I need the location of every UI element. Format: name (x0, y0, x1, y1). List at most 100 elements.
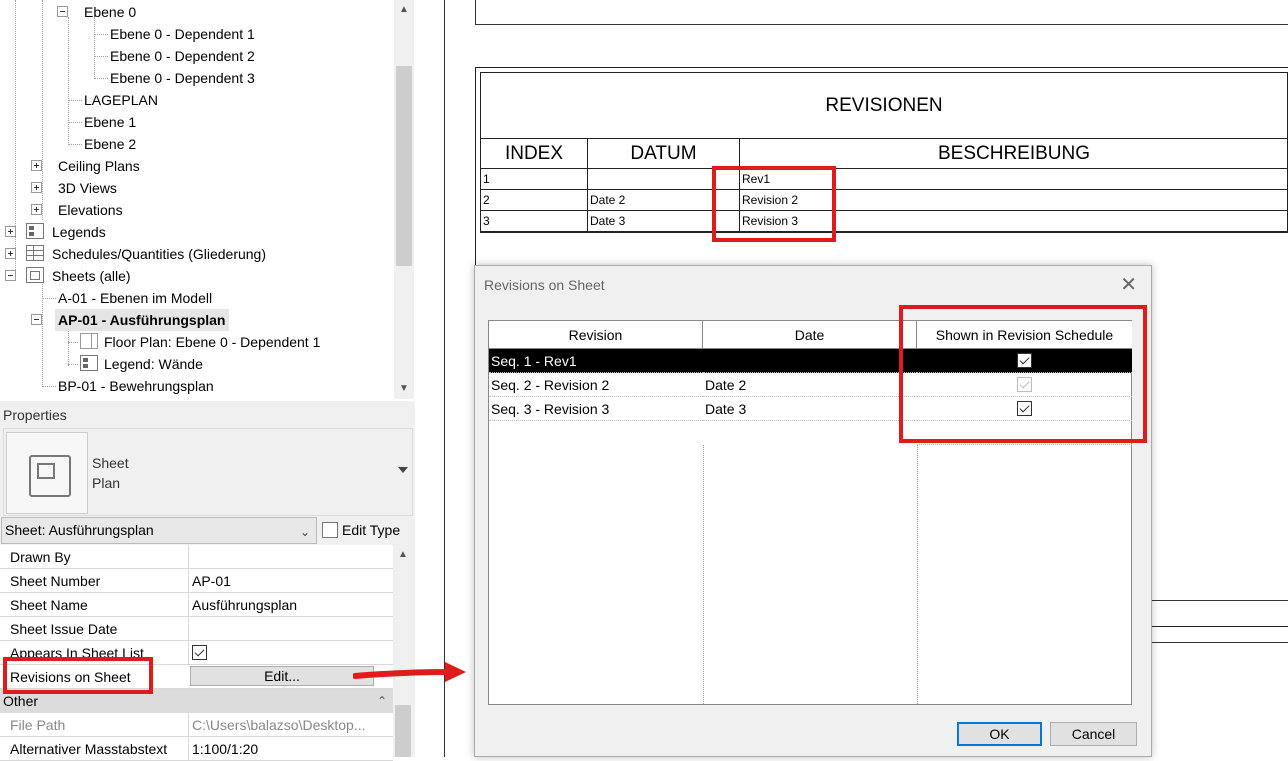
collapse-group-icon[interactable]: ⌃ (377, 689, 387, 713)
revision-schedule[interactable]: REVISIONEN INDEX DATUM BESCHREIBUNG 1 Re… (480, 72, 1288, 233)
edit-type-label: Edit Type (342, 522, 401, 538)
tree-item-label: Ebene 0 - Dependent 2 (110, 48, 255, 64)
tree-item[interactable]: LAGEPLAN (84, 89, 158, 111)
tree-item[interactable]: Ebene 0 - Dependent 2 (110, 45, 255, 67)
scroll-up-icon[interactable]: ▲ (396, 549, 410, 561)
tree-line (15, 0, 16, 280)
property-name: Drawn By (10, 549, 71, 565)
tree-item-elevations[interactable]: Elevations (58, 199, 123, 221)
date-cell: Date 2 (703, 373, 917, 397)
tree-item[interactable]: Ebene 0 - Dependent 1 (110, 23, 255, 45)
schedule-header-description: BESCHREIBUNG (740, 139, 1288, 169)
type-selector[interactable]: Sheet Plan (3, 428, 413, 516)
annotation-highlight-schedule (712, 166, 836, 242)
tree-item[interactable]: Ebene 1 (84, 111, 136, 133)
tree-item[interactable]: Ebene 2 (84, 133, 136, 155)
property-value[interactable] (188, 617, 378, 640)
sheet-line (1150, 642, 1288, 643)
sheet-icon (26, 267, 44, 283)
tree-line (68, 364, 78, 365)
scroll-down-icon[interactable]: ▼ (397, 383, 411, 395)
property-value[interactable] (188, 545, 378, 568)
file-path-value: C:\Users\balazso\Desktop... (188, 713, 378, 736)
column-header-date: Date (703, 321, 917, 349)
edit-type-button[interactable]: Edit Type (322, 519, 400, 541)
tree-item-sheet-a01[interactable]: A-01 - Ebenen im Modell (58, 287, 212, 309)
appears-in-sheet-list-checkbox[interactable] (192, 645, 207, 660)
legend-icon (80, 355, 98, 371)
properties-scrollbar[interactable]: ▲ (393, 545, 413, 757)
schedule-header-index: INDEX (481, 139, 588, 169)
revisions-edit-button[interactable]: Edit... (190, 666, 374, 686)
sheet-name-field[interactable]: Ausführungsplan (188, 593, 378, 616)
tree-line (68, 122, 82, 123)
property-name: Sheet Number (10, 573, 101, 589)
property-name: File Path (10, 717, 66, 733)
tree-item-label: 3D Views (58, 180, 117, 196)
property-name: Sheet Name (10, 597, 88, 613)
cancel-button[interactable]: Cancel (1050, 722, 1137, 746)
scroll-thumb[interactable] (396, 66, 412, 266)
tree-item-label: LAGEPLAN (84, 92, 158, 108)
tree-item-floor-plan[interactable]: Floor Plan: Ebene 0 - Dependent 1 (104, 331, 320, 353)
chevron-down-icon[interactable]: ⌄ (300, 520, 310, 545)
tree-item-label: AP-01 - Ausführungsplan (58, 312, 226, 328)
expand-icon[interactable] (5, 248, 16, 259)
annotation-arrow-icon (353, 662, 466, 682)
expand-icon[interactable] (5, 226, 16, 237)
browser-scrollbar[interactable]: ▲ ▼ (394, 0, 414, 399)
tree-item-legends[interactable]: Legends (52, 221, 106, 243)
tree-item-label: A-01 - Ebenen im Modell (58, 290, 213, 306)
property-name: Alternativer Masstabstext (10, 741, 168, 757)
tree-item-label: Ebene 0 (84, 4, 137, 20)
edit-type-icon (322, 522, 338, 538)
scroll-up-icon[interactable]: ▲ (397, 4, 411, 16)
collapse-icon[interactable] (57, 6, 68, 17)
tree-item-legend-waende[interactable]: Legend: Wände (104, 353, 203, 375)
tree-item-label: BP-01 - Bewehrungsplan (58, 378, 214, 394)
property-value: Edit... (188, 665, 378, 688)
legend-icon (26, 223, 44, 239)
tree-item-label: Elevations (58, 202, 123, 218)
collapse-icon[interactable] (5, 270, 16, 281)
column-divider (917, 445, 918, 704)
tree-item-sheet-bp01[interactable]: BP-01 - Bewehrungsplan (58, 375, 214, 397)
ok-button[interactable]: OK (957, 722, 1042, 746)
column-header-revision: Revision (489, 321, 703, 349)
tree-item-label: Floor Plan: Ebene 0 - Dependent 1 (104, 334, 321, 350)
tree-item-sheet-ap01-selected[interactable]: AP-01 - Ausführungsplan (55, 309, 229, 331)
column-divider (703, 445, 704, 704)
tree-item-3d-views[interactable]: 3D Views (58, 177, 117, 199)
sheet-number-field[interactable]: AP-01 (188, 569, 378, 592)
property-row-file-path: File Path C:\Users\balazso\Desktop... (0, 713, 393, 737)
tree-line (94, 34, 108, 35)
schedule-title: REVISIONEN (481, 73, 1287, 139)
tree-line (68, 144, 82, 145)
tree-line (42, 0, 43, 220)
expand-icon[interactable] (31, 204, 42, 215)
type-dropdown-icon[interactable] (398, 467, 408, 473)
collapse-icon[interactable] (31, 314, 42, 325)
tree-item-label: Ebene 1 (84, 114, 137, 130)
revision-cell: Seq. 3 - Revision 3 (489, 397, 703, 421)
close-icon[interactable]: ✕ (1120, 272, 1137, 298)
revision-cell: Seq. 1 - Rev1 (489, 349, 703, 373)
tree-item-schedules[interactable]: Schedules/Quantities (Gliederung) (52, 243, 266, 265)
expand-icon[interactable] (31, 182, 42, 193)
tree-item-ceiling-plans[interactable]: Ceiling Plans (58, 155, 140, 177)
expand-icon[interactable] (31, 160, 42, 171)
tree-item[interactable]: Ebene 0 (84, 1, 136, 23)
schedule-header-date: DATUM (588, 139, 740, 169)
tree-item-sheets[interactable]: Sheets (alle) (52, 265, 131, 287)
tree-line (68, 342, 78, 343)
instance-selector-label: Sheet: Ausführungsplan (5, 522, 154, 538)
tree-item[interactable]: Ebene 0 - Dependent 3 (110, 67, 255, 89)
date-cell (703, 349, 917, 373)
instance-selector[interactable]: Sheet: Ausführungsplan ⌄ (1, 517, 317, 544)
scroll-thumb[interactable] (395, 705, 411, 757)
revision-cell: Seq. 2 - Revision 2 (489, 373, 703, 397)
type-name-line1: Sheet (92, 455, 129, 471)
schedule-cell: 1 (481, 169, 588, 190)
project-browser[interactable]: Ebene 0 Ebene 0 - Dependent 1 Ebene 0 - … (0, 0, 415, 399)
tree-item-label: Ebene 0 - Dependent 3 (110, 70, 255, 86)
